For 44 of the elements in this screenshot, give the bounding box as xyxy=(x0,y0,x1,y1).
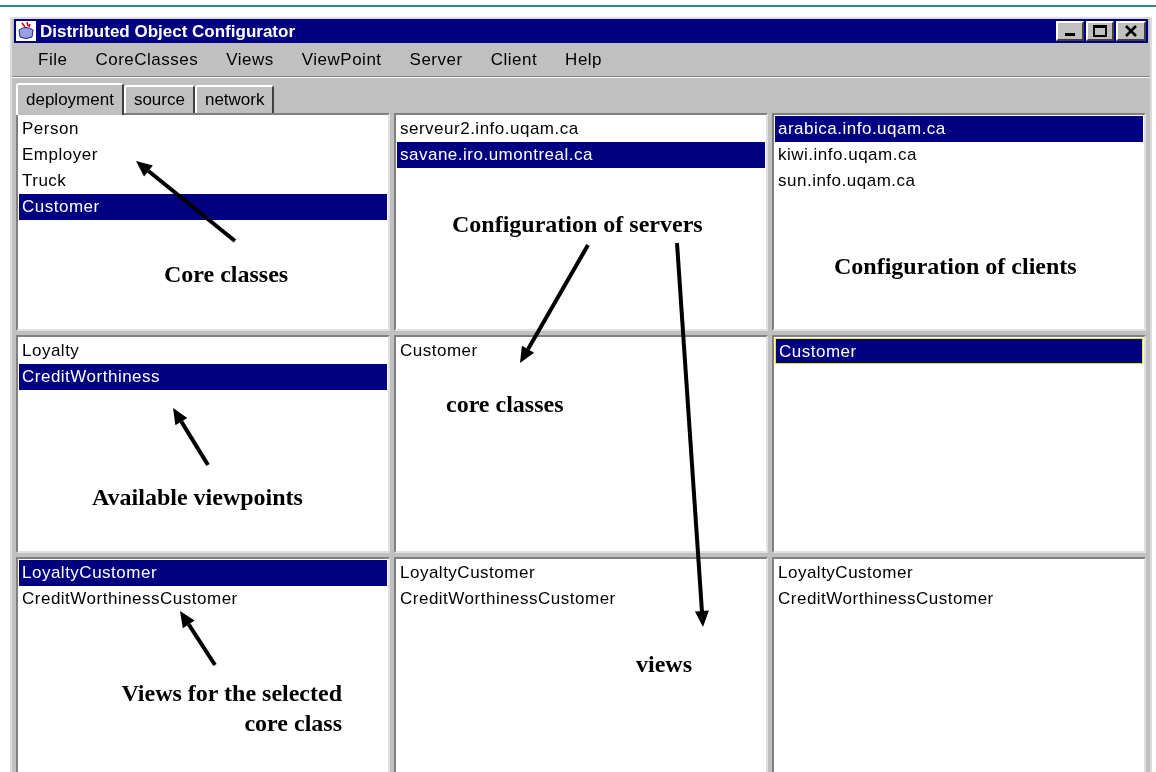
list-item[interactable]: Customer xyxy=(775,338,1143,364)
list-item[interactable]: sun.info.uqam.ca xyxy=(775,168,1143,194)
menu-item[interactable]: Help xyxy=(551,46,617,73)
annotation-label: core classes xyxy=(446,390,564,419)
list-item[interactable]: CreditWorthiness xyxy=(19,364,387,390)
annotation-label: views xyxy=(636,650,692,679)
menu-item[interactable]: File xyxy=(24,46,82,73)
list-item[interactable]: CreditWorthinessCustomer xyxy=(397,586,765,612)
list-item[interactable]: arabica.info.uqam.ca xyxy=(775,116,1143,142)
list-item[interactable]: savane.iro.umontreal.ca xyxy=(397,142,765,168)
annotation-label: Available viewpoints xyxy=(92,483,303,512)
close-icon xyxy=(1124,25,1138,37)
annotation-label: Configuration of servers xyxy=(452,210,703,239)
list-item[interactable]: LoyaltyCustomer xyxy=(19,560,387,586)
list-item[interactable]: Customer xyxy=(19,194,387,220)
list-item[interactable]: CreditWorthinessCustomer xyxy=(775,586,1143,612)
window-title: Distributed Object Configurator xyxy=(40,22,295,40)
arrow xyxy=(173,408,210,467)
minimize-button[interactable] xyxy=(1056,21,1084,41)
menu-item[interactable]: Client xyxy=(476,46,552,73)
list-item[interactable]: Customer xyxy=(397,338,765,364)
list-item[interactable]: serveur2.info.uqam.ca xyxy=(397,116,765,142)
list-item[interactable]: CreditWorthinessCustomer xyxy=(19,586,387,612)
list-item[interactable]: kiwi.info.uqam.ca xyxy=(775,142,1143,168)
tab[interactable]: deployment xyxy=(16,83,124,115)
tab[interactable]: source xyxy=(123,85,195,113)
list-item[interactable]: LoyaltyCustomer xyxy=(775,560,1143,586)
menu-item[interactable]: Views xyxy=(212,46,288,73)
tab[interactable]: network xyxy=(194,85,275,113)
annotation-label: Core classes xyxy=(164,260,289,289)
menu-item[interactable]: Server xyxy=(395,46,477,73)
annotation-label: Configuration of clients xyxy=(834,252,1077,281)
maximize-button[interactable] xyxy=(1086,21,1114,41)
arrow xyxy=(180,611,217,667)
list-item[interactable]: Truck xyxy=(19,168,387,194)
list-item[interactable]: Loyalty xyxy=(19,338,387,364)
annotation-label: Views for the selected core class xyxy=(120,679,342,738)
menu-item[interactable]: CoreClasses xyxy=(81,46,213,73)
menu-item[interactable]: ViewPoint xyxy=(287,46,396,73)
close-button[interactable] xyxy=(1116,21,1146,41)
list-item[interactable]: Person xyxy=(19,116,387,142)
list-item[interactable]: LoyaltyCustomer xyxy=(397,560,765,586)
list-item[interactable]: Employer xyxy=(19,142,387,168)
app-icon xyxy=(16,21,36,41)
